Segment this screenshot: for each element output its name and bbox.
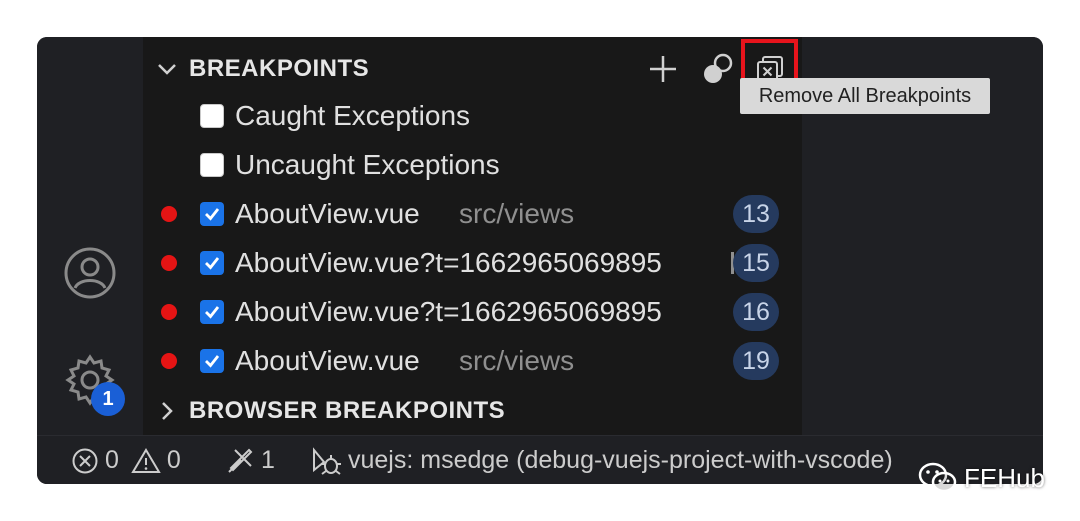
breakpoint-file: AboutView.vue (235, 345, 420, 376)
breakpoint-file: AboutView.vue?t=1662965069895 (235, 296, 662, 327)
breakpoint-dot-icon (161, 206, 177, 222)
uncaught-exceptions-row[interactable]: Uncaught Exceptions (143, 141, 802, 189)
breakpoint-line-badge: 16 (733, 293, 779, 331)
warning-icon (131, 447, 161, 473)
problems-status[interactable]: 0 0 (71, 436, 181, 484)
uncaught-exceptions-label: Uncaught Exceptions (235, 149, 500, 180)
error-count: 0 (105, 446, 119, 474)
debug-session-status[interactable]: vuejs: msedge (debug-vuejs-project-with-… (310, 436, 893, 484)
breakpoint-dot-icon (161, 353, 177, 369)
breakpoint-line-badge: 19 (733, 342, 779, 380)
account-icon[interactable] (63, 246, 117, 300)
debug-side-panel: BREAKPOINTS Caught Exceptions Uncaught E… (143, 37, 802, 435)
tools-status[interactable]: 1 (225, 436, 275, 484)
toggle-activate-breakpoints-button[interactable] (698, 49, 738, 89)
browser-breakpoints-section-title: BROWSER BREAKPOINTS (189, 397, 506, 424)
watermark-text: FEHub (964, 462, 1045, 493)
settings-badge: 1 (91, 382, 125, 416)
caught-exceptions-checkbox[interactable] (200, 104, 224, 128)
wechat-watermark: FEHub (918, 458, 1045, 498)
wechat-icon (918, 462, 957, 493)
add-function-breakpoint-button[interactable] (643, 49, 683, 89)
debug-icon (313, 446, 341, 475)
tools-count: 1 (261, 446, 275, 474)
breakpoints-section-title: BREAKPOINTS (189, 55, 370, 82)
chevron-down-icon (158, 64, 176, 75)
breakpoints-section-header[interactable]: BREAKPOINTS (143, 49, 802, 89)
breakpoint-file: AboutView.vue (235, 198, 420, 229)
error-icon (72, 448, 98, 473)
breakpoint-line-badge: 13 (733, 195, 779, 233)
settings-badge-count: 1 (102, 387, 114, 410)
browser-breakpoints-section-header[interactable]: BROWSER BREAKPOINTS (143, 391, 802, 431)
debug-session-label: vuejs: msedge (debug-vuejs-project-with-… (348, 446, 893, 474)
breakpoint-checkbox[interactable] (200, 349, 224, 373)
chevron-right-icon (162, 402, 173, 420)
caught-exceptions-label: Caught Exceptions (235, 100, 471, 131)
breakpoint-row[interactable]: AboutView.vue?t=1662965069895 16 (143, 288, 802, 336)
breakpoint-file: AboutView.vue?t=1662965069895 (235, 247, 662, 278)
toggle-breakpoints-icon (704, 53, 733, 83)
breakpoint-line-badge: 15 (733, 244, 779, 282)
activity-bar: 1 (37, 37, 143, 435)
warning-count: 0 (166, 446, 181, 474)
breakpoint-path: src/views (459, 345, 575, 376)
breakpoint-row[interactable]: AboutView.vue src/views 13 (143, 190, 802, 238)
status-bar: 0 0 1 vuejs: msedge (debug-vuejs-project… (37, 435, 1043, 484)
uncaught-exceptions-checkbox[interactable] (200, 153, 224, 177)
breakpoint-dot-icon (161, 255, 177, 271)
breakpoint-path: src/views (459, 198, 575, 229)
breakpoint-checkbox[interactable] (200, 251, 224, 275)
breakpoint-checkbox[interactable] (200, 300, 224, 324)
tools-icon (228, 448, 253, 473)
caught-exceptions-row[interactable]: Caught Exceptions (143, 92, 802, 140)
breakpoint-checkbox[interactable] (200, 202, 224, 226)
remove-all-breakpoints-tooltip: Remove All Breakpoints (740, 78, 990, 114)
plus-icon (650, 56, 676, 82)
breakpoint-dot-icon (161, 304, 177, 320)
breakpoint-row[interactable]: AboutView.vue?t=1662965069895 15 (143, 239, 802, 287)
breakpoint-row[interactable]: AboutView.vue src/views 19 (143, 337, 802, 385)
